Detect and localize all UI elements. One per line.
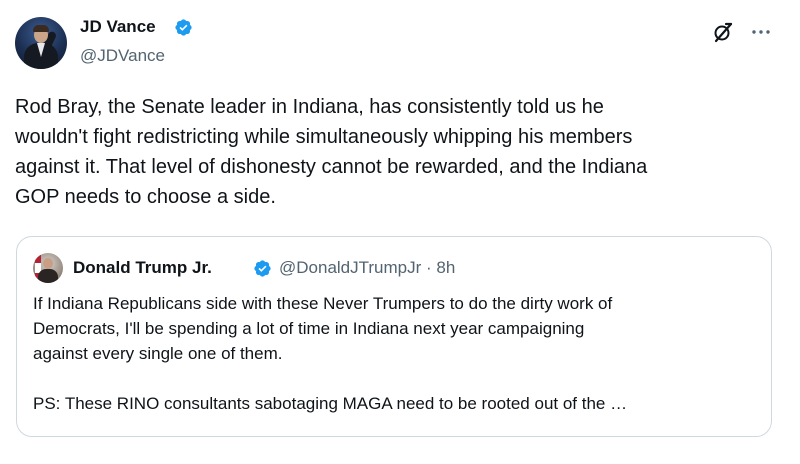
verified-badge-icon[interactable] — [253, 259, 272, 278]
post-text-line: Rod Bray, the Senate leader in Indiana, … — [15, 96, 604, 118]
post-text-line: against it. That level of dishonesty can… — [15, 156, 648, 178]
quoted-author-name[interactable]: Donald Trump Jr. — [73, 257, 212, 279]
quoted-text-line: PS: These RINO consultants sabotaging MA… — [33, 394, 628, 413]
avatar-figure-hair — [33, 25, 49, 32]
author-handle[interactable]: @JDVance — [80, 45, 165, 67]
more-icon[interactable] — [749, 20, 773, 44]
verified-badge-icon[interactable] — [174, 18, 193, 37]
quoted-text-line: Democrats, I'll be spending a lot of tim… — [33, 319, 585, 338]
quoted-author-handle[interactable]: @DonaldJTrumpJr — [279, 258, 421, 277]
quoted-author-avatar[interactable] — [33, 253, 63, 283]
post: JD Vance @JDVance Rod Bray, the Senate l… — [0, 0, 800, 464]
post-text: Rod Bray, the Senate leader in Indiana, … — [15, 92, 785, 212]
author-avatar[interactable] — [15, 17, 67, 69]
post-text-line: GOP needs to choose a side. — [15, 186, 276, 208]
meta-separator: · — [426, 258, 432, 277]
quoted-post-text: If Indiana Republicans side with these N… — [33, 291, 753, 416]
grok-icon[interactable] — [711, 20, 735, 44]
author-name[interactable]: JD Vance — [80, 16, 156, 38]
quoted-text-line: against every single one of them. — [33, 344, 283, 363]
quoted-post-meta: @DonaldJTrumpJr · 8h — [279, 257, 455, 279]
avatar-figure-head — [43, 258, 53, 269]
post-text-line: wouldn't fight redistricting while simul… — [15, 126, 633, 148]
avatar-figure-body — [38, 269, 58, 283]
quoted-text-line: If Indiana Republicans side with these N… — [33, 294, 613, 313]
quoted-post-card[interactable]: Donald Trump Jr. @DonaldJTrumpJr · 8h If… — [16, 236, 772, 437]
quoted-post-time[interactable]: 8h — [436, 258, 455, 277]
